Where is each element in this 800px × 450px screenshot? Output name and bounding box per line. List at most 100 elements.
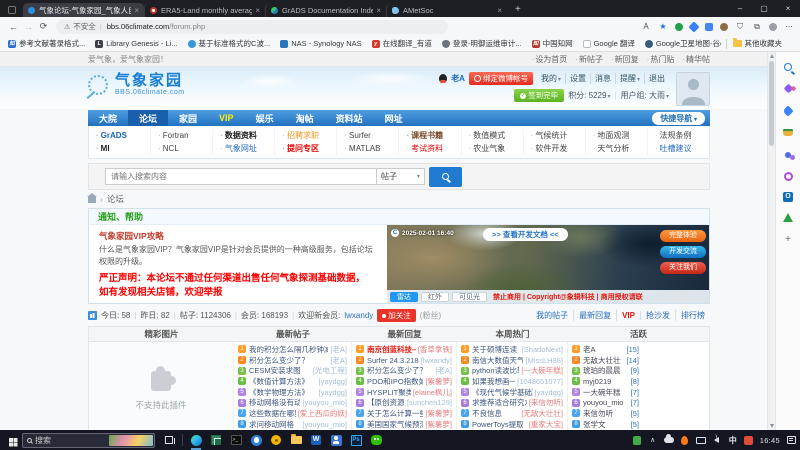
post-author-link[interactable]: [老A] — [435, 365, 452, 376]
taskbar-search-box[interactable]: 搜索 — [22, 433, 155, 448]
map-side-button[interactable]: 完整体验 — [660, 230, 706, 242]
page-scrollbar[interactable] — [767, 52, 775, 430]
post-author-link[interactable]: [爱上西瓜的妖] — [298, 408, 347, 419]
subnav-item[interactable]: Surfer — [344, 129, 398, 142]
subnav-item[interactable]: 数值模式 — [469, 129, 523, 142]
username-link[interactable]: 老A — [451, 73, 465, 84]
post-author-link[interactable]: [sunchen129] — [407, 398, 452, 407]
post-author-link[interactable]: [yaydgg] — [319, 388, 347, 397]
post-author-link[interactable]: [老A] — [330, 344, 347, 355]
quick-nav-button[interactable]: 快捷导航 — [652, 112, 705, 125]
taskbar-yellow-app-icon[interactable] — [266, 430, 286, 450]
bookmark-item[interactable]: NAS - Synology NAS — [280, 39, 361, 48]
post-author-link[interactable]: [重家大宝] — [529, 419, 563, 430]
subnav-item[interactable]: GrADS — [96, 129, 150, 142]
people-icon[interactable] — [782, 148, 795, 161]
new-tab-button[interactable] — [515, 4, 521, 15]
nav-item[interactable]: 淘帖 — [285, 110, 325, 126]
profile-avatar[interactable] — [769, 23, 777, 31]
post-author-link[interactable]: [1048651077] — [517, 377, 563, 386]
post-title-link[interactable]: 如果我想画一个 — [472, 376, 515, 387]
taskbar-word-icon[interactable]: W — [306, 430, 326, 450]
post-title-link[interactable]: 南京创蓝科技—— — [367, 344, 416, 355]
nav-item[interactable]: 网址 — [374, 110, 414, 126]
post-title-link[interactable]: 《现代气候学基础》 — [472, 387, 533, 398]
quick-link[interactable]: 抢沙发 — [641, 310, 676, 321]
back-button[interactable]: ← — [6, 22, 21, 32]
tab-close-icon[interactable] — [497, 6, 502, 15]
taskbar-file-explorer-icon[interactable] — [286, 430, 306, 450]
subnav-item[interactable]: 气象网址 — [220, 142, 274, 155]
post-title-link[interactable]: 我的积分怎么隔几秒钟减少 — [249, 344, 328, 355]
active-user-link[interactable]: 来信勿听 — [583, 408, 613, 419]
nav-item[interactable]: 家园 — [168, 110, 208, 126]
signin-done-button[interactable]: 签到完毕 — [514, 89, 564, 102]
address-bar[interactable]: 不安全 | bbs.06climate.com /forum.php — [56, 20, 448, 34]
post-author-link[interactable]: [香草拿铁] — [418, 344, 452, 355]
notification-center-icon[interactable] — [786, 436, 796, 444]
post-title-link[interactable]: 《数学物理方法》 — [249, 387, 317, 398]
bookmark-item[interactable]: y 在线翻译_有道 — [372, 38, 432, 49]
ime-indicator[interactable]: 中 — [728, 435, 738, 446]
bookmark-item[interactable]: Google 翻译 — [583, 38, 635, 49]
user-menu-link[interactable]: 设置 — [566, 73, 591, 84]
satellite-map-widget[interactable]: C 2025-02-01 16:40 >> 查看开发文档 << 完整体验开发交流… — [387, 225, 709, 303]
map-side-button[interactable]: 开发交流 — [660, 246, 706, 258]
collections-icon[interactable]: ⧉ — [752, 22, 762, 32]
forward-button[interactable]: → — [21, 22, 36, 32]
tray-expand-icon[interactable] — [648, 436, 658, 444]
nav-item[interactable]: 资料站 — [325, 110, 374, 126]
post-author-link[interactable]: [来信勿听] — [529, 397, 563, 408]
nav-item[interactable]: 大院 — [88, 110, 128, 126]
refresh-button[interactable]: ⟳ — [36, 21, 51, 32]
network-icon[interactable] — [696, 437, 706, 444]
weibo-follow-button[interactable]: 加关注 — [377, 309, 416, 322]
active-user-link[interactable]: 老A — [583, 344, 596, 355]
utility-link[interactable]: 精华帖 — [682, 54, 710, 65]
onedrive-cloud-icon[interactable] — [664, 437, 674, 443]
close-button[interactable] — [776, 4, 800, 13]
utility-link[interactable]: 设为首页 — [532, 54, 568, 65]
search-icon[interactable] — [782, 60, 795, 73]
utility-link[interactable]: 热门贴 — [647, 54, 675, 65]
post-author-link[interactable]: [紫薯萝] — [425, 408, 452, 419]
translate-icon[interactable] — [705, 23, 713, 31]
nav-item[interactable]: 论坛 — [128, 110, 168, 126]
active-user-link[interactable]: youyou_mio — [583, 398, 623, 407]
search-scope-select[interactable]: 帖子 — [377, 168, 425, 185]
utility-link[interactable]: 新回复 — [611, 54, 639, 65]
post-author-link[interactable]: [elaine枫儿] — [413, 387, 452, 398]
active-user-link[interactable]: 无敌大壮壮 — [583, 355, 621, 366]
post-title-link[interactable]: PDO和IPO指数如何下载 — [367, 376, 423, 387]
vip-guide-link[interactable]: 气象家园VIP攻略 — [99, 230, 369, 242]
shopping-tag-icon[interactable] — [782, 104, 795, 117]
bookmark-item[interactable]: Google卫星地图-谷... — [645, 38, 719, 49]
post-title-link[interactable]: 【原创资源】全国 — [367, 397, 405, 408]
active-user-link[interactable]: 琥珀的晨晨 — [583, 365, 621, 376]
active-user-link[interactable]: 一大碗年糕 — [583, 387, 621, 398]
post-author-link[interactable]: [老A] — [330, 355, 347, 366]
user-menu-link[interactable]: 提醒 — [616, 73, 645, 84]
utility-link[interactable]: 新帖子 — [575, 54, 603, 65]
notice-title[interactable]: 通知、帮助 — [89, 209, 709, 225]
user-menu-link[interactable]: 退出 — [645, 73, 669, 84]
post-title-link[interactable]: 移动网格没有动 — [249, 397, 300, 408]
subnav-item[interactable]: 天气分析 — [593, 142, 647, 155]
bookmark-item[interactable]: 基于标准格式的C波... — [188, 38, 271, 49]
quick-link[interactable]: 最新回复 — [574, 310, 617, 321]
post-author-link[interactable]: [紫薯萝] — [425, 376, 452, 387]
extension-green-icon[interactable] — [675, 23, 683, 31]
tab-close-icon[interactable] — [134, 6, 139, 15]
tab-close-icon[interactable] — [376, 6, 381, 15]
post-title-link[interactable]: PowerToys提取 — [472, 419, 527, 430]
search-input[interactable] — [105, 168, 377, 185]
maximize-button[interactable] — [752, 4, 776, 13]
post-title-link[interactable]: 关于硕博连读 — [472, 344, 520, 355]
post-title-link[interactable]: 《数值计算方法》 — [249, 376, 317, 387]
subnav-item[interactable]: 吐槽建议 — [655, 142, 709, 155]
home-icon[interactable] — [88, 197, 96, 203]
nav-item[interactable]: 娱乐 — [245, 110, 285, 126]
bookmarks-overflow-icon[interactable] — [719, 39, 722, 48]
outlook-icon[interactable]: O — [783, 192, 793, 202]
taskbar-blue-messenger-icon[interactable] — [246, 430, 266, 450]
